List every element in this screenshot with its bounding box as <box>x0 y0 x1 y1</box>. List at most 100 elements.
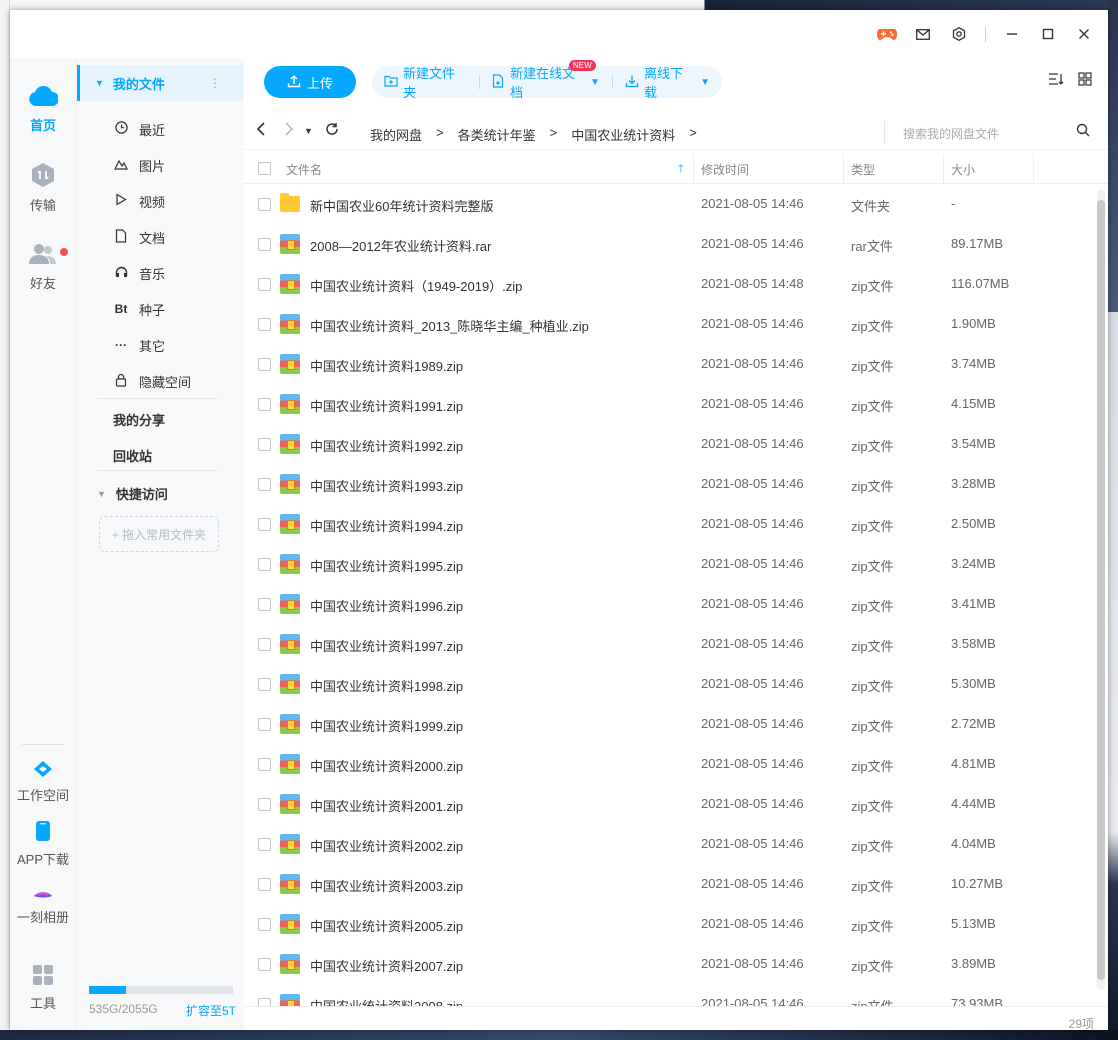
table-row[interactable]: 中国农业统计资料2008.zip 2021-08-05 14:46 zip文件 73.… <box>244 984 1094 1006</box>
row-checkbox[interactable] <box>258 238 271 251</box>
chevron-right-icon[interactable]: > <box>689 125 697 144</box>
settings-icon[interactable] <box>949 24 969 44</box>
file-name[interactable]: 新中国农业60年统计资料完整版 <box>310 196 493 215</box>
upload-button[interactable]: 上传 <box>264 66 356 98</box>
sidebar-item-my-files[interactable]: ▼ 我的文件 ⋮ <box>77 65 243 101</box>
table-row[interactable]: 中国农业统计资料2000.zip 2021-08-05 14:46 zip文件 4.8… <box>244 744 1094 784</box>
table-row[interactable]: 中国农业统计资料2003.zip 2021-08-05 14:46 zip文件 10.… <box>244 864 1094 904</box>
table-row[interactable]: 中国农业统计资料1995.zip 2021-08-05 14:46 zip文件 3.2… <box>244 544 1094 584</box>
sidebar-item-hidden-space[interactable]: 隐藏空间 <box>113 363 191 399</box>
table-row[interactable]: 中国农业统计资料1989.zip 2021-08-05 14:46 zip文件 3.7… <box>244 344 1094 384</box>
file-name[interactable]: 中国农业统计资料2005.zip <box>310 916 463 935</box>
file-name[interactable]: 2008—2012年农业统计资料.rar <box>310 236 491 255</box>
history-dropdown-icon[interactable]: ▼ <box>304 126 313 136</box>
column-header-name[interactable]: 文件名 <box>286 161 322 178</box>
sidebar-item-torrents[interactable]: Bt 种子 <box>113 291 165 327</box>
table-row[interactable]: 中国农业统计资料_2013_陈晓华主编_种植业.zip 2021-08-05 14… <box>244 304 1094 344</box>
file-name[interactable]: 中国农业统计资料_2013_陈晓华主编_种植业.zip <box>310 316 589 335</box>
file-name[interactable]: 中国农业统计资料1989.zip <box>310 356 463 375</box>
table-row[interactable]: 中国农业统计资料2002.zip 2021-08-05 14:46 zip文件 4.0… <box>244 824 1094 864</box>
table-row[interactable]: 中国农业统计资料1999.zip 2021-08-05 14:46 zip文件 2.7… <box>244 704 1094 744</box>
column-header-size[interactable]: 大小 <box>951 161 975 178</box>
sidebar-item-videos[interactable]: 视频 <box>113 183 165 219</box>
table-row[interactable]: 中国农业统计资料2001.zip 2021-08-05 14:46 zip文件 4.4… <box>244 784 1094 824</box>
row-checkbox[interactable] <box>258 478 271 491</box>
sort-ascending-icon[interactable]: 🡑 <box>678 160 684 179</box>
file-name[interactable]: 中国农业统计资料1995.zip <box>310 556 463 575</box>
column-header-modified[interactable]: 修改时间 <box>701 161 749 178</box>
rail-item-workspace[interactable]: 工作空间 <box>10 760 76 804</box>
file-name[interactable]: 中国农业统计资料1992.zip <box>310 436 463 455</box>
column-header-type[interactable]: 类型 <box>851 161 875 178</box>
row-checkbox[interactable] <box>258 558 271 571</box>
file-name[interactable]: 中国农业统计资料1996.zip <box>310 596 463 615</box>
sidebar-item-my-share[interactable]: 我的分享 <box>113 410 165 429</box>
row-checkbox[interactable] <box>258 758 271 771</box>
rail-item-friends[interactable]: 好友 <box>10 242 76 292</box>
row-checkbox[interactable] <box>258 638 271 651</box>
sort-icon[interactable] <box>1048 72 1064 90</box>
row-checkbox[interactable] <box>258 918 271 931</box>
close-icon[interactable] <box>1074 24 1094 44</box>
table-row[interactable]: 新中国农业60年统计资料完整版 2021-08-05 14:46 文件夹 - <box>244 184 1094 224</box>
sidebar-quick-access[interactable]: ▼ 快捷访问 <box>97 484 168 503</box>
rail-item-app-download[interactable]: APP下载 <box>10 820 76 868</box>
grid-view-icon[interactable] <box>1078 72 1092 90</box>
expand-storage-link[interactable]: 扩容至5T <box>186 1002 236 1019</box>
breadcrumb-item[interactable]: 中国农业统计资料 <box>571 125 675 144</box>
offline-download-button[interactable]: 离线下载 ▼ <box>613 63 722 101</box>
row-checkbox[interactable] <box>258 438 271 451</box>
sidebar-item-documents[interactable]: 文档 <box>113 219 165 255</box>
table-row[interactable]: 中国农业统计资料（1949-2019）.zip 2021-08-05 14:48 z… <box>244 264 1094 304</box>
sidebar-item-recycle-bin[interactable]: 回收站 <box>113 446 152 465</box>
sidebar-item-other[interactable]: ··· 其它 <box>113 327 165 363</box>
search-icon[interactable] <box>1076 123 1090 140</box>
minimize-icon[interactable] <box>1002 24 1022 44</box>
row-checkbox[interactable] <box>258 998 271 1006</box>
search-input[interactable]: 搜索我的网盘文件 <box>884 121 1096 145</box>
file-name[interactable]: 中国农业统计资料2002.zip <box>310 836 463 855</box>
file-name[interactable]: 中国农业统计资料（1949-2019）.zip <box>310 276 522 295</box>
row-checkbox[interactable] <box>258 678 271 691</box>
file-name[interactable]: 中国农业统计资料2001.zip <box>310 796 463 815</box>
row-checkbox[interactable] <box>258 838 271 851</box>
table-row[interactable]: 中国农业统计资料2005.zip 2021-08-05 14:46 zip文件 5.1… <box>244 904 1094 944</box>
breadcrumb-item[interactable]: 各类统计年鉴 <box>458 125 536 144</box>
row-checkbox[interactable] <box>258 198 271 211</box>
file-name[interactable]: 中国农业统计资料1997.zip <box>310 636 463 655</box>
forward-icon[interactable] <box>284 122 294 139</box>
table-row[interactable]: 中国农业统计资料1996.zip 2021-08-05 14:46 zip文件 3.4… <box>244 584 1094 624</box>
row-checkbox[interactable] <box>258 518 271 531</box>
row-checkbox[interactable] <box>258 878 271 891</box>
sidebar-item-music[interactable]: 音乐 <box>113 255 165 291</box>
rail-item-home[interactable]: 首页 <box>10 84 76 134</box>
quick-access-drop-zone[interactable]: + 拖入常用文件夹 <box>99 516 219 552</box>
table-row[interactable]: 中国农业统计资料1991.zip 2021-08-05 14:46 zip文件 4.1… <box>244 384 1094 424</box>
vertical-scrollbar[interactable] <box>1097 190 1105 990</box>
file-name[interactable]: 中国农业统计资料1999.zip <box>310 716 463 735</box>
table-row[interactable]: 中国农业统计资料2007.zip 2021-08-05 14:46 zip文件 3.8… <box>244 944 1094 984</box>
row-checkbox[interactable] <box>258 318 271 331</box>
sidebar-item-recent[interactable]: 最近 <box>113 111 165 147</box>
refresh-icon[interactable] <box>325 122 339 139</box>
file-name[interactable]: 中国农业统计资料1991.zip <box>310 396 463 415</box>
game-icon[interactable] <box>877 24 897 44</box>
table-row[interactable]: 中国农业统计资料1997.zip 2021-08-05 14:46 zip文件 3.5… <box>244 624 1094 664</box>
mail-icon[interactable] <box>913 24 933 44</box>
file-name[interactable]: 中国农业统计资料1998.zip <box>310 676 463 695</box>
file-name[interactable]: 中国农业统计资料1993.zip <box>310 476 463 495</box>
file-name[interactable]: 中国农业统计资料2003.zip <box>310 876 463 895</box>
more-vertical-icon[interactable]: ⋮ <box>209 76 221 90</box>
row-checkbox[interactable] <box>258 278 271 291</box>
file-name[interactable]: 中国农业统计资料2008.zip <box>310 996 463 1006</box>
rail-item-album[interactable]: 一刻相册 <box>10 888 76 926</box>
table-row[interactable]: 中国农业统计资料1998.zip 2021-08-05 14:46 zip文件 5.3… <box>244 664 1094 704</box>
file-name[interactable]: 中国农业统计资料2007.zip <box>310 956 463 975</box>
table-row[interactable]: 中国农业统计资料1992.zip 2021-08-05 14:46 zip文件 3.5… <box>244 424 1094 464</box>
row-checkbox[interactable] <box>258 398 271 411</box>
rail-item-tools[interactable]: 工具 <box>10 964 76 1012</box>
table-row[interactable]: 2008—2012年农业统计资料.rar 2021-08-05 14:46 rar文… <box>244 224 1094 264</box>
row-checkbox[interactable] <box>258 598 271 611</box>
select-all-checkbox[interactable] <box>258 162 271 175</box>
back-icon[interactable] <box>256 122 266 139</box>
